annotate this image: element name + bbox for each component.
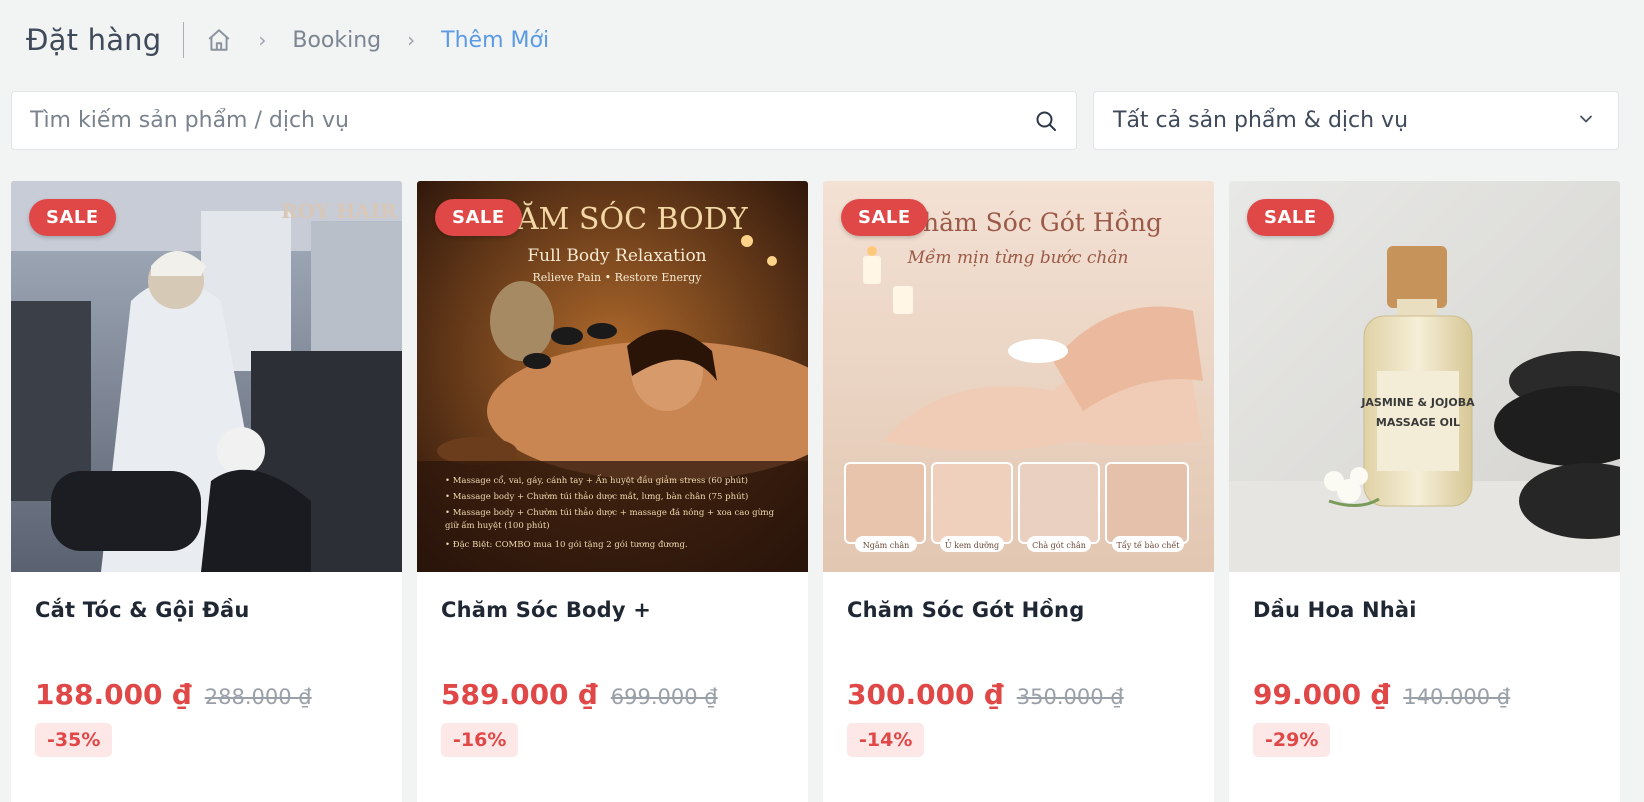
- home-icon[interactable]: [206, 27, 232, 53]
- image-step-label: Tẩy tế bào chết: [1117, 541, 1181, 550]
- product-image-body-care[interactable]: ĂM SÓC BODY Full Body Relaxation Relieve…: [417, 181, 808, 572]
- chevron-right-icon: ›: [407, 28, 416, 52]
- product-name[interactable]: Chăm Sóc Gót Hồng: [847, 598, 1190, 632]
- page-header: Đặt hàng › Booking › Thêm Mới: [26, 18, 549, 62]
- image-step-label: Ngâm chân: [863, 541, 910, 550]
- sale-badge: SALE: [1247, 199, 1334, 236]
- product-old-price: 140.000 ₫: [1403, 685, 1511, 709]
- breadcrumb-current: Thêm Mới: [441, 27, 550, 53]
- chevron-down-icon: [1576, 109, 1596, 133]
- image-subtitle: Full Body Relaxation: [527, 246, 706, 266]
- image-headline: hăm Sóc Gót Hồng: [923, 208, 1162, 237]
- breadcrumb-booking[interactable]: Booking: [292, 28, 381, 53]
- page-title: Đặt hàng: [26, 23, 162, 57]
- image-bullet: • Massage body + Chườm túi thảo dược + m…: [445, 507, 775, 518]
- product-image-jasmine-oil[interactable]: JASMINE & JOJOBA MASSAGE OIL SALE: [1229, 181, 1620, 572]
- image-bullet: • Massage body + Chườm túi thảo dược mắt…: [445, 490, 748, 502]
- product-card[interactable]: ĂM SÓC BODY Full Body Relaxation Relieve…: [417, 181, 808, 802]
- product-name[interactable]: Cắt Tóc & Gội Đầu: [35, 598, 378, 632]
- discount-badge: -29%: [1253, 723, 1331, 757]
- product-name[interactable]: Chăm Sóc Body +: [441, 598, 784, 632]
- product-card[interactable]: Ngâm chân Ủ kem dưỡng Chà gót chân Tẩy t…: [823, 181, 1214, 802]
- sale-badge: SALE: [435, 199, 522, 236]
- product-image-haircut[interactable]: ROY HAIR SALE: [11, 181, 402, 572]
- product-price: 188.000 ₫: [35, 678, 192, 711]
- image-bullet: • Đặc Biệt: COMBO mua 10 gói tặng 2 gói …: [445, 539, 688, 550]
- discount-badge: -35%: [35, 723, 113, 757]
- chevron-right-icon: ›: [258, 28, 267, 52]
- product-old-price: 699.000 ₫: [610, 685, 718, 709]
- product-price: 589.000 ₫: [441, 678, 598, 711]
- image-headline: ĂM SÓC BODY: [516, 201, 749, 237]
- divider: [183, 22, 185, 58]
- image-subtitle-2: Relieve Pain • Restore Energy: [533, 271, 703, 284]
- product-grid: ROY HAIR SALE Cắt Tóc & Gội Đầu 188.000 …: [11, 181, 1621, 802]
- image-subtitle: Mềm mịn từng bước chân: [907, 248, 1129, 268]
- discount-badge: -14%: [847, 723, 925, 757]
- product-image-heel-care[interactable]: Ngâm chân Ủ kem dưỡng Chà gót chân Tẩy t…: [823, 181, 1214, 572]
- image-brand-text: ROY HAIR: [281, 199, 397, 223]
- image-label-2: MASSAGE OIL: [1376, 416, 1460, 429]
- product-price: 300.000 ₫: [847, 678, 1004, 711]
- product-price: 99.000 ₫: [1253, 678, 1391, 711]
- category-select[interactable]: Tất cả sản phẩm & dịch vụ: [1093, 91, 1619, 150]
- product-card[interactable]: JASMINE & JOJOBA MASSAGE OIL SALE Dầu Ho…: [1229, 181, 1620, 802]
- product-old-price: 288.000 ₫: [204, 685, 312, 709]
- image-step-label: Ủ kem dưỡng: [945, 540, 999, 550]
- search-box: [11, 91, 1077, 150]
- image-label: JASMINE & JOJOBA: [1360, 396, 1475, 409]
- image-bullet: giữ ấm huyệt (100 phút): [445, 520, 550, 531]
- search-input[interactable]: [12, 92, 1016, 149]
- image-step-label: Chà gót chân: [1032, 541, 1086, 550]
- sale-badge: SALE: [841, 199, 928, 236]
- product-old-price: 350.000 ₫: [1016, 685, 1124, 709]
- product-name[interactable]: Dầu Hoa Nhài: [1253, 598, 1596, 632]
- search-icon[interactable]: [1016, 109, 1076, 133]
- sale-badge: SALE: [29, 199, 116, 236]
- product-card[interactable]: ROY HAIR SALE Cắt Tóc & Gội Đầu 188.000 …: [11, 181, 402, 802]
- discount-badge: -16%: [441, 723, 519, 757]
- category-select-value: Tất cả sản phẩm & dịch vụ: [1113, 108, 1409, 133]
